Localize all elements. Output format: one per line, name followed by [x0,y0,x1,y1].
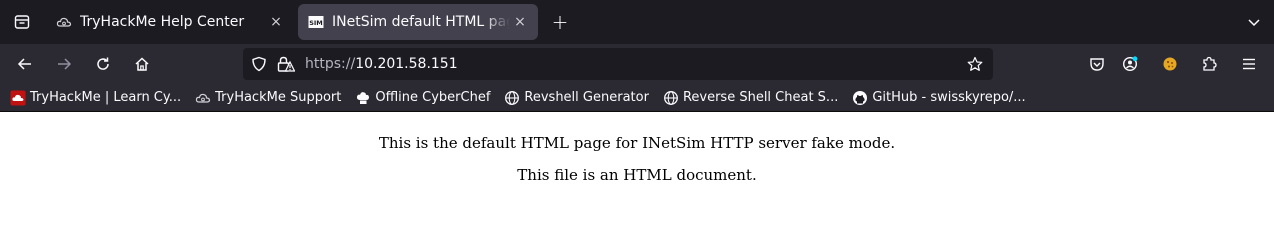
bookmark-tryhackme[interactable]: TryHackMe | Learn Cy... [10,90,181,106]
cookie-extension-icon [1163,57,1177,71]
app-menu-button[interactable] [1234,49,1264,79]
bookmark-revshell-generator[interactable]: Revshell Generator [504,90,649,106]
bookmark-offline-cyberchef[interactable]: Offline CyberChef [355,90,490,106]
navigation-toolbar: https://10.201.58.151 [0,44,1274,84]
cloud-icon [195,90,211,106]
bookmark-github-swisskyrepo[interactable]: GitHub - swisskyrepo/... [852,90,1026,106]
bookmark-label: TryHackMe | Learn Cy... [30,90,182,105]
tryhackme-icon [10,90,26,106]
tracking-protection-shield-icon[interactable] [251,56,267,72]
favicon-text: SIM [309,19,323,27]
github-icon [852,90,868,106]
tab-title: INetSim default HTML page [332,14,510,30]
inetsim-favicon-icon: SIM [308,14,324,30]
tab-inetsim-default[interactable]: SIM INetSim default HTML page × [298,4,538,40]
page-content: This is the default HTML page for INetSi… [0,134,1274,184]
bookmarks-toolbar: TryHackMe | Learn Cy... TryHackMe Suppor… [0,84,1274,112]
page-text-line-1: This is the default HTML page for INetSi… [378,134,896,152]
list-all-tabs-chevron-down-icon[interactable] [1246,14,1262,30]
url-scheme: https:// [305,56,356,72]
account-button[interactable] [1115,49,1145,79]
reload-icon [97,57,109,70]
bookmark-reverse-shell-cheat-sheet[interactable]: Reverse Shell Cheat S... [663,90,838,106]
cloud-icon [56,14,72,30]
new-tab-button[interactable]: + [544,6,576,38]
close-tab-icon[interactable]: × [266,12,286,32]
extensions-button[interactable] [1194,49,1224,79]
page-text-line-2: This file is an HTML document. [517,166,757,184]
home-button[interactable] [127,49,157,79]
bookmark-label: Reverse Shell Cheat S... [682,90,839,105]
chef-hat-icon [355,90,371,106]
globe-icon [504,90,520,106]
extension-button[interactable] [1155,49,1185,79]
pocket-icon [1090,58,1104,71]
url-text: https://10.201.58.151 [305,56,458,72]
bookmark-star-icon[interactable] [967,56,983,72]
tab-title: TryHackMe Help Center [80,14,245,30]
close-tab-icon[interactable]: × [510,12,530,32]
bookmark-label: Offline CyberChef [375,90,491,105]
tab-strip: TryHackMe Help Center × SIM INetSim defa… [0,0,1274,44]
url-host: 10.201.58.151 [355,56,458,72]
globe-icon [663,90,679,106]
reload-button[interactable] [88,49,118,79]
bookmark-label: GitHub - swisskyrepo/... [872,90,1026,105]
forward-arrow-icon [58,58,72,70]
url-bar[interactable]: https://10.201.58.151 [243,48,993,80]
puzzle-piece-icon [1203,56,1217,71]
home-icon [135,57,149,71]
back-button[interactable] [10,49,40,79]
firefox-view-icon [14,15,30,29]
pocket-button[interactable] [1082,49,1112,79]
insecure-lock-warning-icon[interactable] [277,56,295,72]
bookmark-label: Revshell Generator [524,90,649,105]
bookmark-tryhackme-support[interactable]: TryHackMe Support [195,90,341,106]
tab-tryhackme-help-center[interactable]: TryHackMe Help Center × [46,4,294,40]
hamburger-menu-icon [1243,58,1255,70]
forward-button[interactable] [49,49,79,79]
bookmark-label: TryHackMe Support [215,90,342,105]
account-icon [1122,56,1138,72]
back-arrow-icon [17,58,31,70]
browser-chrome: TryHackMe Help Center × SIM INetSim defa… [0,0,1274,112]
firefox-view-button[interactable] [2,6,42,38]
